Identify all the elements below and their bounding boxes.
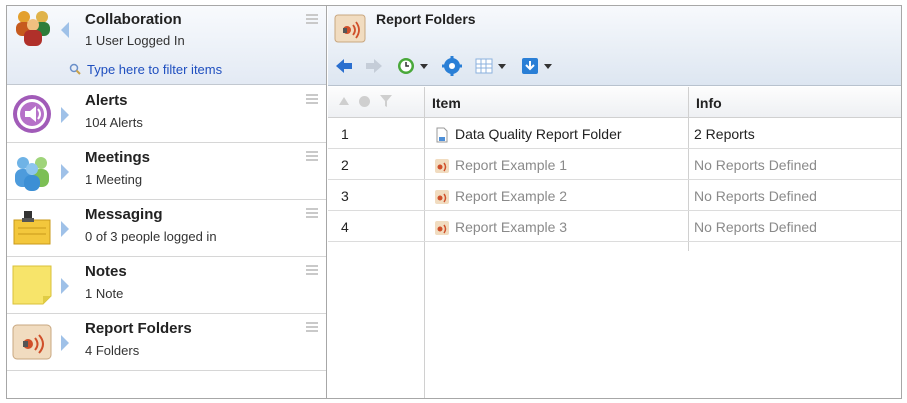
sidebar-item-label: Meetings [85, 149, 151, 166]
download-icon[interactable] [520, 56, 540, 76]
grid-view-icon[interactable] [474, 56, 494, 76]
row-item-name[interactable]: Report Example 1 [455, 157, 567, 173]
app-frame: Collaboration 1 User Logged In Type here… [6, 5, 902, 399]
column-header-info[interactable]: Info [696, 95, 722, 111]
report-speaker-icon [435, 221, 449, 235]
sidebar-item-label: Notes [85, 263, 127, 280]
collaboration-title: Collaboration [85, 11, 182, 28]
sidebar-item-label: Alerts [85, 92, 128, 109]
row-info: No Reports Defined [694, 157, 817, 173]
table-row[interactable]: 1 Data Quality Report Folder 2 Reports [328, 119, 901, 149]
row-info: No Reports Defined [694, 219, 817, 235]
alert-speaker-icon [13, 95, 51, 133]
row-number: 4 [341, 219, 349, 235]
panel-menu-handle-icon[interactable] [306, 14, 318, 24]
report-folders-panel: Report Folders Item Info 1 Data Quality … [328, 6, 901, 398]
expand-arrow-icon[interactable] [61, 278, 69, 294]
table-header: Item Info [328, 87, 901, 118]
report-speaker-icon [12, 324, 52, 360]
report-speaker-icon [435, 159, 449, 173]
filter-placeholder: Type here to filter items [87, 62, 223, 77]
back-arrow-icon[interactable] [334, 56, 354, 76]
history-dropdown-icon[interactable] [420, 64, 428, 69]
download-dropdown-icon[interactable] [544, 64, 552, 69]
sticky-note-icon [12, 265, 52, 305]
report-folders-header: Report Folders [328, 6, 901, 86]
page-title: Report Folders [376, 11, 476, 27]
sidebar-item-count: 1 Meeting [85, 172, 143, 187]
column-header-item[interactable]: Item [432, 95, 461, 111]
expand-arrow-icon[interactable] [61, 335, 69, 351]
history-clock-icon[interactable] [396, 56, 416, 76]
sidebar-item-count: 0 of 3 people logged in [85, 229, 217, 244]
sidebar-item-label: Messaging [85, 206, 163, 223]
row-item-name[interactable]: Report Example 2 [455, 188, 567, 204]
forward-arrow-icon[interactable] [364, 56, 384, 76]
item-menu-handle-icon[interactable] [306, 265, 318, 275]
row-info: 2 Reports [694, 126, 755, 142]
sidebar-item-meetings[interactable]: Meetings 1 Meeting [7, 143, 326, 200]
expand-arrow-icon[interactable] [61, 107, 69, 123]
row-number: 2 [341, 157, 349, 173]
sidebar-item-label: Report Folders [85, 320, 192, 337]
collapse-arrow-icon[interactable] [61, 22, 69, 38]
row-number: 3 [341, 188, 349, 204]
settings-gear-icon[interactable] [442, 56, 462, 76]
row-number: 1 [341, 126, 349, 142]
table-row[interactable]: 2 Report Example 1 No Reports Defined [328, 150, 901, 180]
sidebar-item-count: 4 Folders [85, 343, 140, 358]
sidebar-item-alerts[interactable]: Alerts 104 Alerts [7, 86, 326, 143]
status-dot-icon[interactable] [359, 96, 370, 107]
table-row[interactable]: 3 Report Example 2 No Reports Defined [328, 181, 901, 211]
meeting-people-icon [15, 157, 49, 191]
expand-arrow-icon[interactable] [61, 221, 69, 237]
report-speaker-icon [435, 190, 449, 204]
sort-up-icon[interactable] [339, 97, 349, 105]
messaging-clipboard-icon [13, 211, 51, 245]
item-menu-handle-icon[interactable] [306, 322, 318, 332]
filter-input[interactable]: Type here to filter items [69, 62, 222, 77]
row-item-name[interactable]: Data Quality Report Folder [455, 126, 622, 142]
row-info: No Reports Defined [694, 188, 817, 204]
item-menu-handle-icon[interactable] [306, 151, 318, 161]
report-document-icon [436, 127, 448, 143]
collaboration-panel: Collaboration 1 User Logged In Type here… [7, 6, 327, 398]
report-folders-table: Item Info 1 Data Quality Report Folder 2… [328, 87, 901, 398]
sidebar-item-report-folders[interactable]: Report Folders 4 Folders [7, 314, 326, 371]
collaboration-people-icon [16, 11, 50, 46]
search-icon [69, 63, 81, 75]
sidebar-item-count: 1 Note [85, 286, 124, 301]
sidebar-item-messaging[interactable]: Messaging 0 of 3 people logged in [7, 200, 326, 257]
sidebar-item-count: 104 Alerts [85, 115, 143, 130]
collaboration-subtitle: 1 User Logged In [85, 33, 185, 48]
row-item-name[interactable]: Report Example 3 [455, 219, 567, 235]
expand-arrow-icon[interactable] [61, 164, 69, 180]
report-speaker-icon [334, 14, 366, 43]
view-dropdown-icon[interactable] [498, 64, 506, 69]
collaboration-header: Collaboration 1 User Logged In Type here… [7, 6, 326, 85]
item-menu-handle-icon[interactable] [306, 94, 318, 104]
table-row[interactable]: 4 Report Example 3 No Reports Defined [328, 212, 901, 242]
item-menu-handle-icon[interactable] [306, 208, 318, 218]
sidebar-item-notes[interactable]: Notes 1 Note [7, 257, 326, 314]
filter-funnel-icon[interactable] [380, 95, 392, 107]
